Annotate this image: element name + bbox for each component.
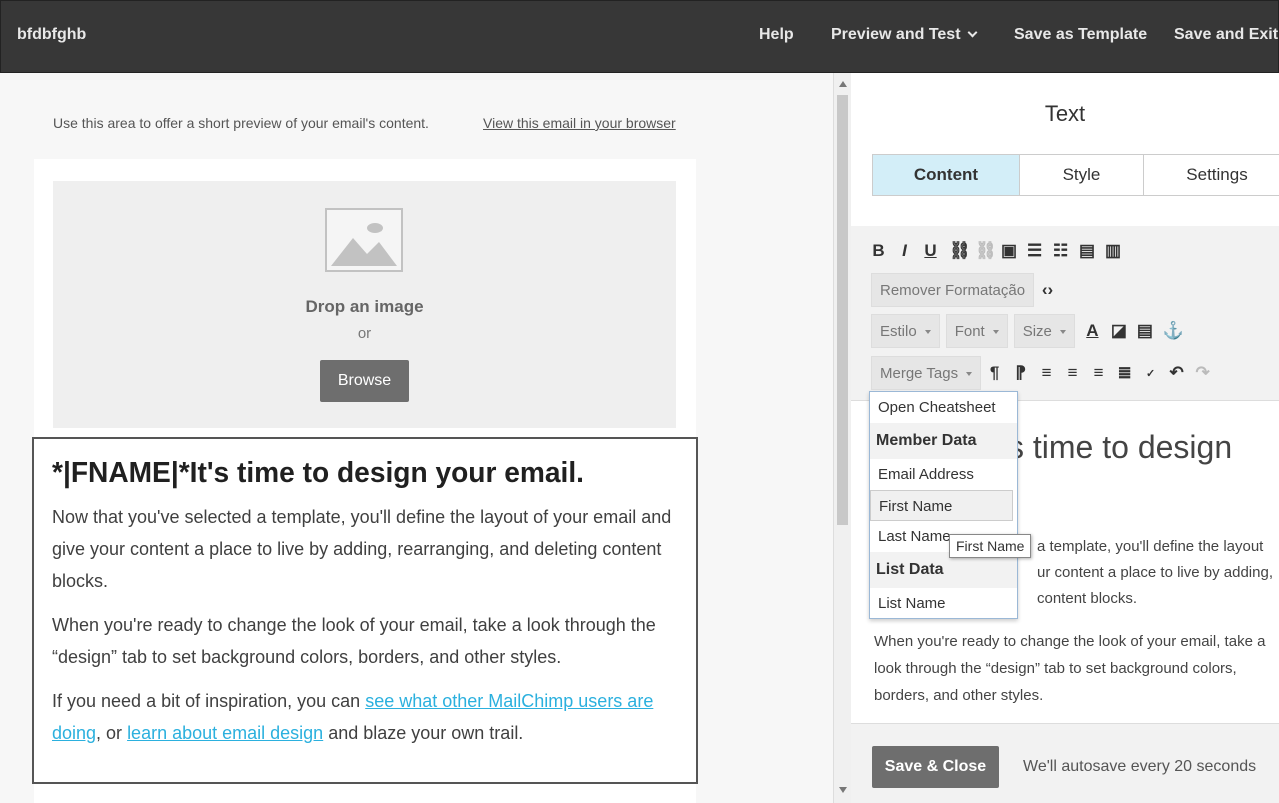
caret-icon bbox=[924, 330, 931, 334]
preheader-text[interactable]: Use this area to offer a short preview o… bbox=[53, 115, 429, 131]
save-exit-menu[interactable]: Save and Exit bbox=[1174, 26, 1279, 44]
block-icon[interactable]: ▤ bbox=[1137, 321, 1153, 341]
editor-line: content blocks. bbox=[1037, 590, 1138, 607]
chevron-down-icon bbox=[967, 27, 977, 38]
numbered-list-icon[interactable]: ☰ bbox=[1027, 241, 1042, 261]
align-justify-icon[interactable]: ≣ bbox=[1117, 363, 1132, 383]
merge-tag-item[interactable]: First Name bbox=[870, 490, 1013, 521]
align-left-icon[interactable]: ≡ bbox=[1039, 363, 1054, 383]
text-block-heading: *|FNAME|*It's time to design your email. bbox=[52, 457, 584, 489]
or-label: or bbox=[357, 325, 372, 342]
text-color-icon[interactable]: A bbox=[1085, 321, 1100, 341]
tab-content[interactable]: Content bbox=[873, 155, 1020, 195]
font-select-label: Font bbox=[954, 323, 985, 340]
help-link[interactable]: Help bbox=[759, 26, 794, 44]
image-placeholder-icon bbox=[325, 208, 403, 272]
text-block-paragraph: If you need a bit of inspiration, you ca… bbox=[52, 685, 678, 749]
merge-tags-label: Merge Tags bbox=[880, 365, 959, 382]
redo-icon[interactable]: ↷ bbox=[1195, 363, 1210, 383]
merge-tag-item[interactable]: Email Address bbox=[870, 459, 1013, 490]
undo-icon[interactable]: ↶ bbox=[1169, 363, 1184, 383]
editor-line: look through the “design” tab to set bac… bbox=[874, 660, 1237, 677]
text-block[interactable]: *|FNAME|*It's time to design your email.… bbox=[32, 437, 698, 784]
unlink-icon[interactable]: ⛓ bbox=[975, 241, 997, 261]
autosave-text: We'll autosave every 20 seconds bbox=[1023, 758, 1257, 775]
merge-tag-group: Member Data bbox=[870, 423, 1017, 459]
spellcheck-icon[interactable]: ✓ bbox=[1143, 367, 1158, 380]
editor-line: a template, you'll define the layout bbox=[1037, 538, 1264, 555]
paragraph-text: , or bbox=[96, 723, 128, 743]
text-block-paragraph: When you're ready to change the look of … bbox=[52, 615, 656, 667]
scroll-up-icon[interactable] bbox=[839, 81, 847, 87]
tab-style[interactable]: Style bbox=[1020, 155, 1144, 195]
text-block-paragraph: Now that you've selected a template, you… bbox=[52, 507, 672, 591]
paste-word-icon[interactable]: ▥ bbox=[1105, 241, 1121, 261]
paragraph-rtl-icon[interactable]: ⁋ bbox=[1013, 363, 1028, 383]
anchor-icon[interactable]: ⚓ bbox=[1163, 321, 1184, 341]
image-block[interactable]: Drop an image or Browse bbox=[53, 181, 676, 428]
merge-tags-button[interactable]: Merge Tags bbox=[871, 356, 982, 390]
top-bar: bfdbfghb Help Preview and Test Save as T… bbox=[0, 0, 1279, 73]
save-close-button[interactable]: Save & Close bbox=[872, 746, 999, 788]
style-select[interactable]: Estilo bbox=[871, 314, 940, 348]
drop-image-label: Drop an image bbox=[305, 297, 424, 316]
panel-title: Text bbox=[1044, 101, 1086, 126]
image-icon[interactable]: ▣ bbox=[1001, 241, 1017, 261]
merge-tag-item[interactable]: Open Cheatsheet bbox=[870, 392, 1013, 423]
panel-tabs: Content Style Settings bbox=[872, 154, 1279, 196]
bold-icon[interactable]: B bbox=[871, 241, 886, 261]
caret-icon bbox=[1059, 330, 1066, 334]
editor-heading: s time to design bbox=[1008, 429, 1233, 465]
italic-icon[interactable]: I bbox=[897, 241, 912, 261]
font-select[interactable]: Font bbox=[945, 314, 1008, 348]
caret-icon bbox=[966, 372, 973, 376]
view-in-browser-link[interactable]: View this email in your browser bbox=[483, 115, 676, 131]
merge-tags-dropdown: Open Cheatsheet Member Data Email Addres… bbox=[869, 391, 1018, 619]
link-icon[interactable]: ⛓ bbox=[949, 241, 971, 261]
email-canvas: Use this area to offer a short preview o… bbox=[0, 73, 833, 803]
caret-icon bbox=[992, 330, 999, 334]
learn-design-link[interactable]: learn about email design bbox=[127, 723, 323, 743]
remove-format-button[interactable]: Remover Formatação bbox=[871, 273, 1035, 307]
save-as-template-button[interactable]: Save as Template bbox=[1014, 26, 1147, 44]
source-code-icon[interactable]: ‹› bbox=[1040, 280, 1055, 300]
preview-test-menu[interactable]: Preview and Test bbox=[831, 26, 977, 44]
save-exit-label: Save and Exit bbox=[1174, 26, 1279, 43]
paragraph-text: If you need a bit of inspiration, you ca… bbox=[52, 691, 366, 711]
editor-line: When you're ready to change the look of … bbox=[874, 633, 1266, 650]
editor-line: ur content a place to live by adding, bbox=[1037, 564, 1273, 581]
tab-settings[interactable]: Settings bbox=[1144, 155, 1279, 195]
canvas-scrollbar[interactable] bbox=[833, 73, 851, 803]
merge-tag-item[interactable]: List Name bbox=[870, 588, 1013, 618]
tooltip: First Name bbox=[949, 534, 1032, 558]
paste-icon[interactable]: ▤ bbox=[1079, 241, 1095, 261]
size-select[interactable]: Size bbox=[1013, 314, 1075, 348]
underline-icon[interactable]: U bbox=[923, 241, 938, 261]
paragraph-ltr-icon[interactable]: ¶ bbox=[987, 363, 1002, 383]
preview-test-label: Preview and Test bbox=[831, 26, 961, 43]
panel-footer: Save & Close We'll autosave every 20 sec… bbox=[851, 723, 1279, 803]
align-center-icon[interactable]: ≡ bbox=[1065, 363, 1080, 383]
scroll-thumb[interactable] bbox=[837, 95, 848, 525]
paragraph-text: and blaze your own trail. bbox=[323, 723, 524, 743]
align-right-icon[interactable]: ≡ bbox=[1091, 363, 1106, 383]
scroll-down-icon[interactable] bbox=[839, 787, 847, 793]
size-select-label: Size bbox=[1022, 323, 1052, 340]
style-select-label: Estilo bbox=[880, 323, 917, 340]
background-color-icon[interactable]: ◪ bbox=[1111, 321, 1127, 341]
browse-button[interactable]: Browse bbox=[320, 360, 409, 402]
editor-line: borders, and other styles. bbox=[874, 687, 1044, 704]
text-settings-panel: Text Content Style Settings B I U ⛓ ⛓ ▣ … bbox=[851, 73, 1279, 803]
campaign-name[interactable]: bfdbfghb bbox=[17, 26, 86, 44]
bullet-list-icon[interactable]: ☷ bbox=[1053, 241, 1068, 261]
editor-toolbar: B I U ⛓ ⛓ ▣ ☰ ☷ ▤ ▥ Remover Formatação ‹… bbox=[851, 226, 1279, 401]
